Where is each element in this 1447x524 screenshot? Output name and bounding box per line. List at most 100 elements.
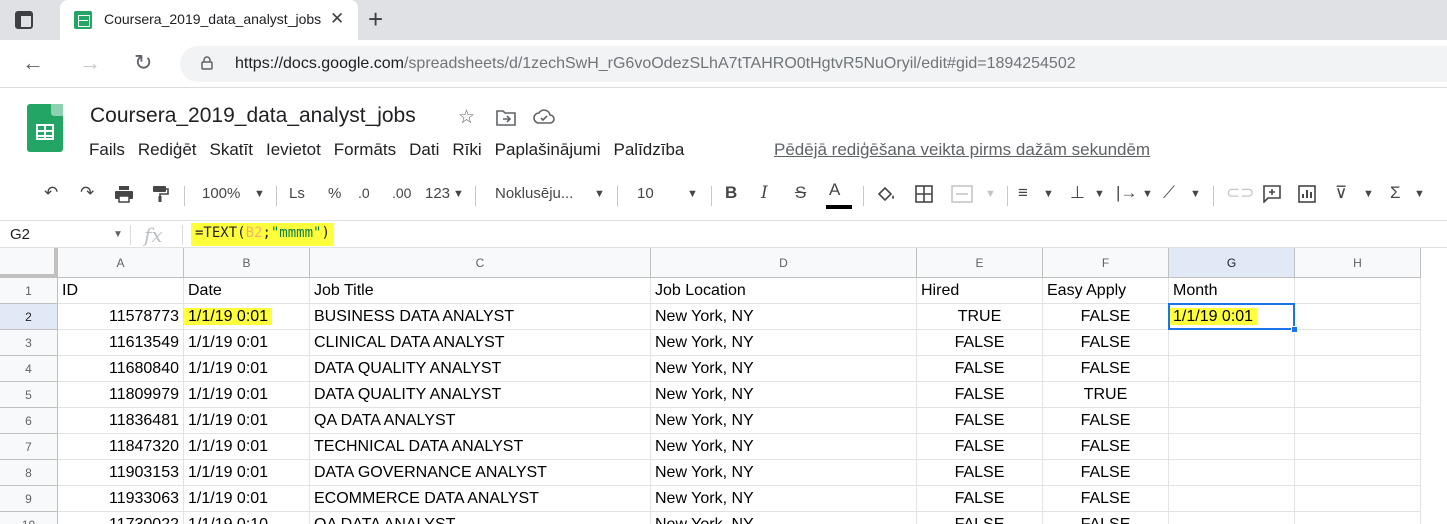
undo-icon[interactable]: ↶ [44,183,58,203]
cell-d5[interactable]: New York, NY [651,382,917,408]
cell-g1[interactable]: Month [1169,278,1295,304]
cell-c5[interactable]: DATA QUALITY ANALYST [310,382,651,408]
bold-icon[interactable]: B [725,183,737,203]
new-tab-icon[interactable]: + [368,4,383,35]
cell-e3[interactable]: FALSE [917,330,1043,356]
text-wrapping-icon[interactable]: |→ [1116,183,1137,203]
increase-decimal-button[interactable]: .00 [392,185,411,201]
row-header-3[interactable]: 3 [0,330,58,356]
menu-item-insert[interactable]: Ievietot [266,140,321,162]
functions-icon[interactable]: Σ [1390,183,1401,203]
cell-a2[interactable]: 11578773 [58,304,184,330]
chevron-down-icon[interactable]: ▼ [594,188,605,200]
menu-item-help[interactable]: Palīdzība [614,140,685,162]
cell-e8[interactable]: FALSE [917,460,1043,486]
cell-f2[interactable]: FALSE [1043,304,1169,330]
cell-b7[interactable]: 1/1/19 0:01 [184,434,310,460]
cell-g8[interactable] [1169,460,1295,486]
reload-icon[interactable]: ↻ [134,50,152,76]
fill-color-icon[interactable] [876,185,896,203]
cloud-saved-icon[interactable] [533,108,555,126]
lock-icon[interactable] [200,56,214,70]
vertical-align-icon[interactable]: ⊥ [1070,183,1085,203]
cell-f3[interactable]: FALSE [1043,330,1169,356]
chevron-down-icon[interactable]: ▼ [1190,188,1201,200]
cell-f7[interactable]: FALSE [1043,434,1169,460]
text-color-icon[interactable]: A [829,180,840,200]
insert-chart-icon[interactable] [1298,185,1316,203]
column-header-g[interactable]: G [1169,248,1295,278]
document-title[interactable]: Coursera_2019_data_analyst_jobs [90,104,416,128]
cell-f1[interactable]: Easy Apply [1043,278,1169,304]
cell-h7[interactable] [1295,434,1421,460]
row-header-6[interactable]: 6 [0,408,58,434]
chevron-down-icon[interactable]: ▼ [254,188,265,200]
cell-h4[interactable] [1295,356,1421,382]
cell-d1[interactable]: Job Location [651,278,917,304]
cell-h2[interactable] [1295,304,1421,330]
cell-d8[interactable]: New York, NY [651,460,917,486]
close-tab-icon[interactable]: ✕ [330,9,344,29]
cell-a1[interactable]: ID [58,278,184,304]
chevron-down-icon[interactable]: ▼ [687,188,698,200]
cell-c3[interactable]: CLINICAL DATA ANALYST [310,330,651,356]
currency-format-button[interactable]: Ls [289,185,305,202]
cell-c9[interactable]: ECOMMERCE DATA ANALYST [310,486,651,512]
cell-b3[interactable]: 1/1/19 0:01 [184,330,310,356]
cell-g7[interactable] [1169,434,1295,460]
column-header-h[interactable]: H [1295,248,1421,278]
cell-a4[interactable]: 11680840 [58,356,184,382]
merge-cells-icon[interactable] [951,185,973,203]
star-icon[interactable]: ☆ [458,106,475,129]
column-header-b[interactable]: B [184,248,310,278]
cell-f5[interactable]: TRUE [1043,382,1169,408]
cell-f6[interactable]: FALSE [1043,408,1169,434]
filter-icon[interactable]: ⊽ [1335,183,1347,203]
cell-c8[interactable]: DATA GOVERNANCE ANALYST [310,460,651,486]
strikethrough-icon[interactable]: S [795,183,806,203]
row-header-4[interactable]: 4 [0,356,58,382]
menu-item-edit[interactable]: Rediģēt [138,140,197,162]
paint-format-icon[interactable] [151,185,169,203]
more-formats-button[interactable]: 123 [425,185,450,202]
cell-h1[interactable] [1295,278,1421,304]
row-header-9[interactable]: 9 [0,486,58,512]
chevron-down-icon[interactable]: ▼ [985,188,996,200]
cell-g10[interactable] [1169,512,1295,524]
cell-e4[interactable]: FALSE [917,356,1043,382]
cell-a3[interactable]: 11613549 [58,330,184,356]
cell-b10[interactable]: 1/1/19 0:10 [184,512,310,524]
cell-g9[interactable] [1169,486,1295,512]
font-size-select[interactable]: 10 [637,185,654,202]
cell-e5[interactable]: FALSE [917,382,1043,408]
url-input[interactable]: https://docs.google.com/spreadsheets/d/1… [180,46,1447,82]
font-select[interactable]: Noklusēju... [495,185,573,202]
menu-item-tools[interactable]: Rīki [452,140,481,162]
cell-c10[interactable]: QA DATA ANALYST [310,512,651,524]
horizontal-align-icon[interactable]: ≡ [1018,183,1028,203]
italic-icon[interactable]: I [761,183,768,203]
cell-b1[interactable]: Date [184,278,310,304]
cell-c6[interactable]: QA DATA ANALYST [310,408,651,434]
forward-icon[interactable]: → [79,50,101,76]
last-edit-link[interactable]: Pēdējā rediģēšana veikta pirms dažām sek… [774,140,1150,160]
back-icon[interactable]: ← [22,50,44,76]
menu-item-file[interactable]: Fails [89,140,125,162]
sheets-logo-icon[interactable] [27,104,63,152]
cell-h6[interactable] [1295,408,1421,434]
cell-g4[interactable] [1169,356,1295,382]
row-header-8[interactable]: 8 [0,460,58,486]
row-header-10[interactable]: 10 [0,512,58,524]
cell-d9[interactable]: New York, NY [651,486,917,512]
menu-item-format[interactable]: Formāts [334,140,396,162]
cell-h3[interactable] [1295,330,1421,356]
formula-input[interactable]: =TEXT(B2;"mmmm") [191,223,334,246]
cell-e9[interactable]: FALSE [917,486,1043,512]
cell-g6[interactable] [1169,408,1295,434]
chevron-down-icon[interactable]: ▼ [1363,188,1374,200]
cell-e7[interactable]: FALSE [917,434,1043,460]
fill-handle[interactable] [1291,326,1298,333]
percent-format-button[interactable]: % [328,185,341,202]
column-header-d[interactable]: D [651,248,917,278]
cell-f8[interactable]: FALSE [1043,460,1169,486]
